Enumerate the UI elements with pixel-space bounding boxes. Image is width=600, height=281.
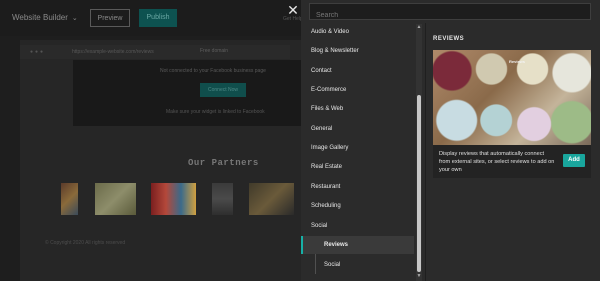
category-image-gallery[interactable]: Image Gallery xyxy=(311,141,348,155)
category-social[interactable]: Social xyxy=(311,219,327,233)
add-button[interactable]: Add xyxy=(563,154,585,167)
category-general[interactable]: General xyxy=(311,122,332,136)
selected-accent-bar xyxy=(301,236,303,254)
close-icon[interactable]: ✕ xyxy=(286,3,300,17)
category-real-estate[interactable]: Real Estate xyxy=(311,160,342,174)
scrollbar-thumb[interactable] xyxy=(417,95,421,272)
site-title[interactable]: Website Builder ⌄ xyxy=(12,13,78,22)
footer-text: © Copyright 2020 All rights reserved xyxy=(45,240,126,246)
scroll-down-icon[interactable]: ▼ xyxy=(416,273,422,279)
category-ecommerce[interactable]: E-Commerce xyxy=(311,83,346,97)
sub-item-reviews[interactable]: Reviews xyxy=(324,238,348,252)
tree-guide-line xyxy=(315,254,316,274)
browser-dots-icon: ●●● xyxy=(30,49,46,55)
partner-logo xyxy=(212,183,233,215)
category-blog-newsletter[interactable]: Blog & Newsletter xyxy=(311,44,359,58)
preview-description: Display reviews that automatically conne… xyxy=(439,151,555,173)
sub-item-social[interactable]: Social xyxy=(324,258,340,272)
panel-divider xyxy=(425,23,426,281)
chevron-down-icon: ⌄ xyxy=(71,15,78,22)
partner-logo xyxy=(151,183,196,215)
reviews-preview-image xyxy=(433,50,591,145)
connect-button[interactable]: Connect Now xyxy=(200,83,246,97)
preview-title: REVIEWS xyxy=(433,36,465,42)
preview-button[interactable]: Preview xyxy=(90,9,130,27)
partner-logo xyxy=(61,183,78,215)
publish-button[interactable]: Publish xyxy=(139,9,177,27)
url-badge: Free domain xyxy=(200,48,229,54)
url-text: https://example-website.com/reviews xyxy=(72,49,154,55)
category-restaurant[interactable]: Restaurant xyxy=(311,180,340,194)
selected-row-highlight xyxy=(301,236,414,254)
partner-logo xyxy=(249,183,294,215)
scroll-up-icon[interactable]: ▲ xyxy=(416,24,422,30)
category-audio-video[interactable]: Audio & Video xyxy=(311,25,349,39)
card-hint: Make sure your widget is linked to Faceb… xyxy=(166,109,265,115)
preview-image-label: Reviews xyxy=(509,59,526,64)
category-contact[interactable]: Contact xyxy=(311,64,332,78)
site-title-label: Website Builder xyxy=(12,13,68,22)
search-input[interactable] xyxy=(310,8,590,23)
search-box xyxy=(309,3,591,23)
category-scheduling[interactable]: Scheduling xyxy=(311,199,341,213)
category-files-web[interactable]: Files & Web xyxy=(311,102,343,116)
url-bar xyxy=(20,45,290,59)
card-message: Not connected to your Facebook business … xyxy=(160,68,266,74)
partners-heading: Our Partners xyxy=(188,158,259,168)
partner-logo xyxy=(95,183,136,215)
